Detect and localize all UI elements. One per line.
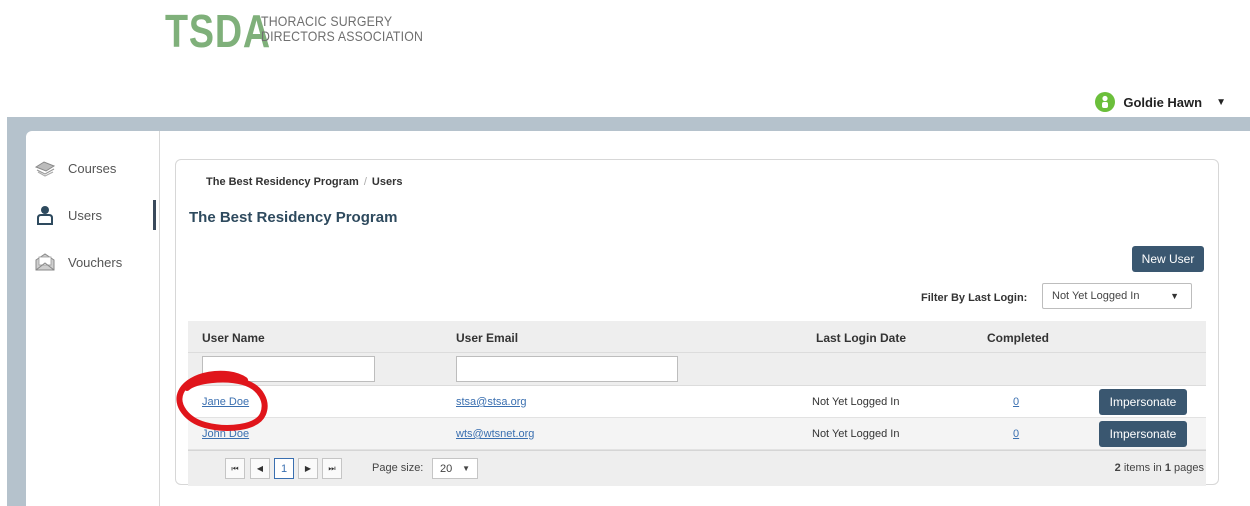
column-header-last-login[interactable]: Last Login Date [816, 331, 906, 345]
completed-count-link[interactable]: 0 [1013, 396, 1019, 408]
page-number-button[interactable]: 1 [274, 458, 294, 479]
impersonate-button[interactable]: Impersonate [1099, 389, 1187, 415]
page-size-label: Page size: [372, 462, 424, 474]
grid-pager: ⏮ ◀ 1 ▶ Page size: 20 ▼ ⏭ 2 items in 1 p… [188, 450, 1206, 486]
user-name-filter-input[interactable] [202, 356, 375, 382]
user-name-link[interactable]: John Doe [202, 428, 249, 440]
last-page-icon[interactable]: ⏭ [322, 458, 342, 479]
page-title: The Best Residency Program [189, 209, 398, 226]
user-avatar-icon [1095, 92, 1116, 112]
sidebar-item-vouchers[interactable]: Vouchers [34, 249, 160, 275]
user-email-link[interactable]: wts@wtsnet.org [456, 428, 534, 440]
grid-filter-row [188, 353, 1206, 386]
users-panel: The Best Residency Program / Users The Bes… [175, 159, 1219, 486]
column-header-user-email[interactable]: User Email [456, 331, 518, 345]
content-canvas: Courses Users Vouchers The Best Residenc… [26, 131, 1250, 506]
chevron-down-icon: ▼ [462, 464, 470, 473]
breadcrumb-separator: / [363, 176, 367, 188]
last-login-cell: Not Yet Logged In [812, 396, 900, 408]
active-indicator [153, 200, 156, 230]
grid-header: User Name User Email Last Login Date Com… [188, 321, 1206, 353]
user-email-filter-input[interactable] [456, 356, 678, 382]
last-login-filter-select[interactable]: Not Yet Logged In ▼ [1042, 283, 1192, 309]
column-header-user-name[interactable]: User Name [202, 331, 265, 345]
sidebar: Courses Users Vouchers [26, 131, 160, 506]
breadcrumb-program[interactable]: The Best Residency Program [206, 176, 359, 188]
users-grid: User Name User Email Last Login Date Com… [188, 321, 1206, 486]
table-row: Jane Doe stsa@stsa.org Not Yet Logged In… [188, 386, 1206, 418]
filter-selected-value: Not Yet Logged In [1052, 290, 1140, 302]
page-size-value: 20 [440, 463, 453, 475]
first-page-icon[interactable]: ⏮ [225, 458, 245, 479]
user-icon [34, 204, 56, 226]
courses-icon [34, 157, 56, 179]
chevron-down-icon: ▼ [1170, 291, 1179, 301]
sidebar-item-courses[interactable]: Courses [34, 155, 160, 181]
logo-text: THORACIC SURGERY DIRECTORS ASSOCIATION [261, 13, 424, 44]
user-name: Goldie Hawn [1123, 94, 1203, 110]
sidebar-item-users[interactable]: Users [34, 200, 160, 230]
table-row: John Doe wts@wtsnet.org Not Yet Logged I… [188, 418, 1206, 450]
sidebar-item-label: Courses [68, 160, 117, 176]
page-size-select[interactable]: 20 ▼ [432, 458, 478, 479]
filter-label: Filter By Last Login: [921, 292, 1028, 304]
tsda-logo: TSDA THORACIC SURGERY DIRECTORS ASSOCIAT… [165, 8, 445, 54]
user-email-link[interactable]: stsa@stsa.org [456, 396, 526, 408]
breadcrumb-current: Users [371, 176, 403, 188]
chevron-down-icon: ▼ [1216, 96, 1226, 108]
logo-mark: TSDA [165, 5, 271, 57]
user-menu[interactable]: Goldie Hawn ▼ [1095, 92, 1226, 112]
impersonate-button[interactable]: Impersonate [1099, 421, 1187, 447]
next-page-icon[interactable]: ▶ [298, 458, 318, 479]
column-header-completed[interactable]: Completed [987, 331, 1049, 345]
sidebar-item-label: Users [68, 207, 102, 223]
last-login-cell: Not Yet Logged In [812, 428, 900, 440]
user-name-link[interactable]: Jane Doe [202, 396, 249, 408]
completed-count-link[interactable]: 0 [1013, 428, 1019, 440]
breadcrumb: The Best Residency Program / Users [206, 176, 402, 188]
sidebar-item-label: Vouchers [68, 254, 123, 270]
new-user-button[interactable]: New User [1132, 246, 1204, 272]
items-info: 2 items in 1 pages [1114, 462, 1204, 474]
voucher-icon [34, 251, 56, 273]
previous-page-icon[interactable]: ◀ [250, 458, 270, 479]
